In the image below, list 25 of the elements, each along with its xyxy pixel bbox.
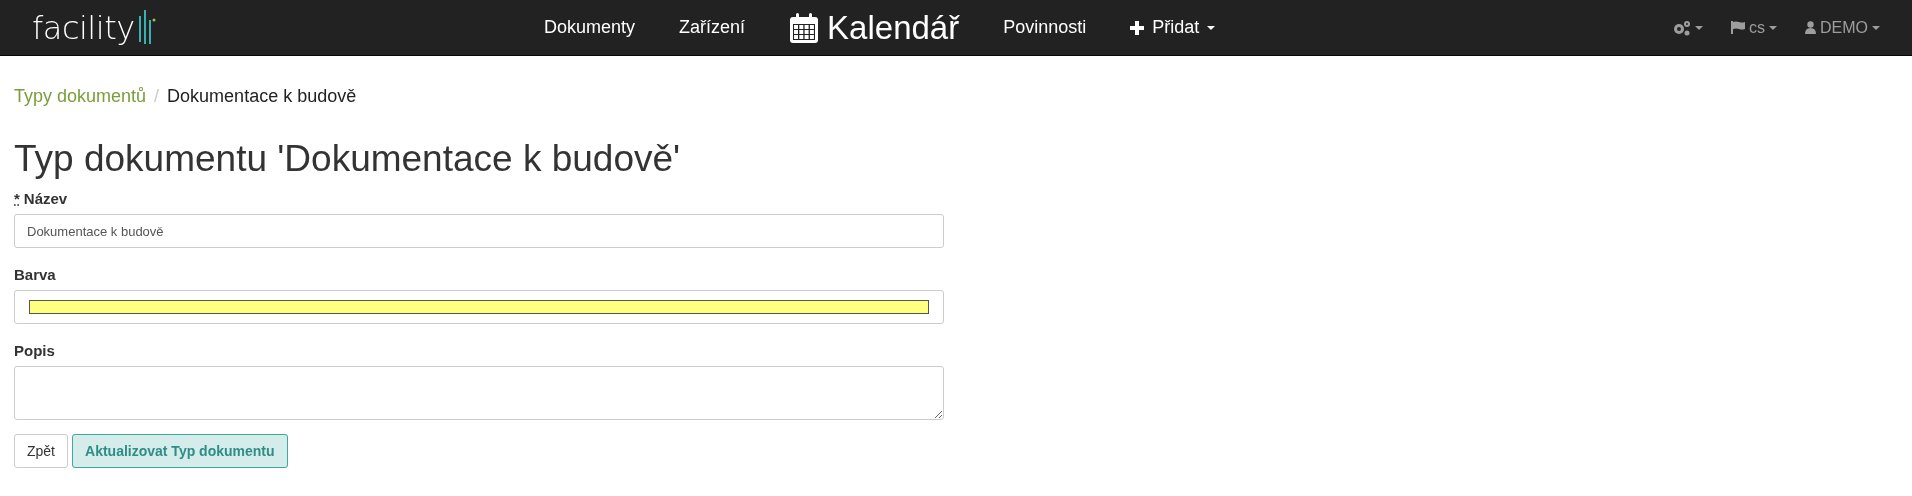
calendar-icon bbox=[789, 11, 820, 44]
flag-icon bbox=[1731, 21, 1745, 34]
page-title: Typ dokumentu 'Dokumentace k budově' bbox=[14, 138, 682, 180]
color-field[interactable] bbox=[14, 290, 944, 324]
user-icon bbox=[1805, 21, 1816, 34]
breadcrumb-item[interactable]: Dokumentace k budově bbox=[167, 85, 357, 107]
breadcrumb-separator: / bbox=[154, 85, 160, 107]
input-field[interactable]: Dokumentace k budově bbox=[14, 214, 944, 248]
language-menu[interactable]: cs bbox=[1731, 18, 1777, 37]
field-label: Popis bbox=[14, 342, 55, 359]
nav-link[interactable]: Kalendář bbox=[767, 8, 982, 47]
back-button[interactable]: Zpět bbox=[14, 434, 68, 468]
user-menu[interactable]: DEMO bbox=[1805, 18, 1880, 37]
logo[interactable]: facility bbox=[32, 8, 135, 47]
plus-icon bbox=[1130, 20, 1145, 35]
field-label: Barva bbox=[14, 266, 56, 283]
nav-dropdown[interactable]: Přidat bbox=[1108, 17, 1238, 38]
nav-link[interactable]: Zařízení bbox=[657, 17, 768, 38]
textarea-field[interactable] bbox=[14, 366, 944, 420]
field-label: Název bbox=[23, 190, 68, 207]
required-mark: * bbox=[14, 190, 20, 207]
nav-link[interactable]: Dokumenty bbox=[522, 17, 658, 38]
gears-icon bbox=[1673, 19, 1691, 36]
nav-link[interactable]: Povinnosti bbox=[981, 17, 1109, 38]
settings-menu[interactable] bbox=[1673, 19, 1703, 36]
